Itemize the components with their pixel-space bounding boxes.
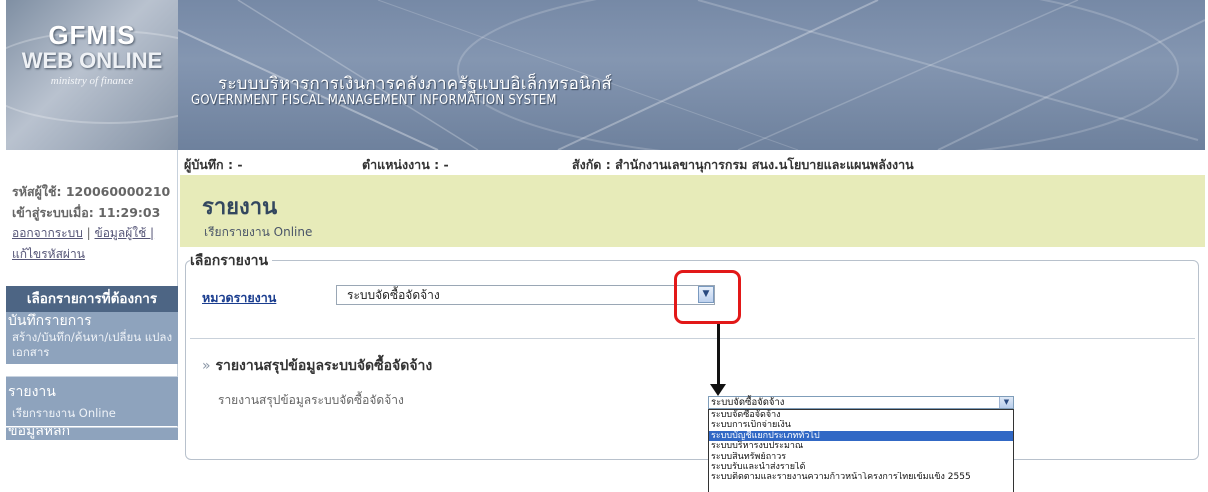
logo-line-ministry: ministry of finance [50, 75, 134, 87]
user-id: รหัสผู้ใช้: 120060000210 [12, 184, 171, 199]
sidebar-item-record[interactable]: บันทึกรายการ สร้าง/บันทึก/ค้นหา/เปลี่ยน … [6, 312, 178, 364]
report-category-select[interactable]: ระบบจัดซื้อจัดจ้าง [336, 285, 715, 305]
app-root: GFMIS WEB ONLINE ministry of finance ระบ… [0, 0, 1208, 492]
sidebar-item-sublabel: เรียกรายงาน Online [12, 406, 116, 420]
header-title-area: ระบบบริหารการเงินการคลังภาครัฐแบบอิเล็กท… [178, 0, 1205, 150]
dropdown-option[interactable]: ระบบบริหารงบประมาณ [709, 441, 1013, 451]
change-password-link[interactable]: แก้ไขรหัสผ่าน [12, 247, 85, 261]
dropdown-option[interactable]: ระบบติดตามและรายงานความก้าวหน้าโครงการไท… [709, 472, 1013, 482]
user-info: รหัสผู้ใช้: 120060000210 เข้าสู่ระบบเมื่… [6, 150, 177, 271]
highlight-annotation [674, 270, 741, 324]
report-name-label: รายงานสรุปข้อมูลระบบจัดซื้อจัดจ้าง [218, 393, 404, 407]
recorder-label: ผู้บันทึก : - [184, 157, 243, 172]
page-subtitle: เรียกรายงาน Online [204, 225, 313, 239]
annotation-arrow-head [710, 384, 726, 396]
link-separator: | [82, 226, 95, 240]
report-category-label[interactable]: หมวดรายงาน [202, 288, 276, 308]
dropdown-option[interactable]: ระบบจัดซื้อจัดจ้าง [709, 410, 1013, 420]
section-bullet: » [202, 358, 211, 374]
header-banner: GFMIS WEB ONLINE ministry of finance ระบ… [6, 0, 1205, 150]
logout-link[interactable]: ออกจากระบบ [12, 226, 83, 240]
logo-line-gfmis: GFMIS [48, 20, 136, 50]
logo-line-web: WEB ONLINE [21, 48, 163, 73]
user-info-link[interactable]: ข้อมูลผู้ใช้ | [95, 226, 155, 240]
sidebar-item-master-data[interactable]: ข้อมูลหลัก [6, 427, 178, 440]
sidebar-item-label: รายงาน [8, 384, 56, 400]
login-time: เข้าสู่ระบบเมื่อ: 11:29:03 [12, 205, 161, 220]
system-dropdown-select[interactable]: ระบบจัดซื้อจัดจ้าง [708, 396, 1014, 409]
dropdown-option-highlighted[interactable]: ระบบบัญชีแยกประเภททั่วไป [709, 430, 1013, 442]
system-title-english: GOVERNMENT FISCAL MANAGEMENT INFORMATION… [191, 93, 557, 108]
section-title-text: รายงานสรุปข้อมูลระบบจัดซื้อจัดจ้าง [215, 358, 433, 374]
panel-divider [190, 338, 1195, 339]
position-label: ตำแหน่งงาน : - [362, 157, 449, 172]
panel-legend: เลือกรายงาน [190, 250, 273, 272]
sidebar-item-sublabel: สร้าง/บันทึก/ค้นหา/เปลี่ยน แปลง เอกสาร [12, 330, 173, 359]
page-title-band: รายงาน เรียกรายงาน Online [180, 175, 1205, 247]
affiliation-label: สังกัด : สำนักงานเลขานุการกรม สนง.นโยบาย… [572, 157, 914, 172]
user-info-strip: ผู้บันทึก : - ตำแหน่งงาน : - สังกัด : สำ… [180, 152, 1205, 174]
left-sidebar: รหัสผู้ใช้: 120060000210 เข้าสู่ระบบเมื่… [6, 150, 178, 440]
report-category-value: ระบบจัดซื้อจัดจ้าง [347, 288, 440, 302]
dropdown-selected-value: ระบบจัดซื้อจัดจ้าง [711, 397, 785, 408]
dropdown-option[interactable]: ระบบสินทรัพย์ถาวร [709, 452, 1013, 462]
sidebar-item-report[interactable]: รายงาน เรียกรายงาน Online [6, 376, 178, 426]
sidebar-item-label: ข้อมูลหลัก [8, 427, 71, 439]
page-title: รายงาน [202, 195, 278, 220]
chevron-down-icon[interactable]: ▼ [999, 397, 1013, 408]
annotation-arrow-shaft [717, 324, 720, 386]
report-section-title: » รายงานสรุปข้อมูลระบบจัดซื้อจัดจ้าง [202, 355, 432, 377]
menu-title: เลือกรายการที่ต้องการ [6, 286, 178, 312]
dropdown-option[interactable]: ระบบรับและนำส่งรายได้ [709, 462, 1013, 472]
dropdown-option[interactable]: ระบบการเบิกจ่ายเงิน [709, 420, 1013, 430]
dropdown-options-list: ระบบจัดซื้อจัดจ้าง ระบบการเบิกจ่ายเงิน ร… [708, 409, 1014, 492]
sidebar-item-label: บันทึกรายการ [8, 313, 92, 329]
gfmis-logo: GFMIS WEB ONLINE ministry of finance [6, 0, 178, 150]
